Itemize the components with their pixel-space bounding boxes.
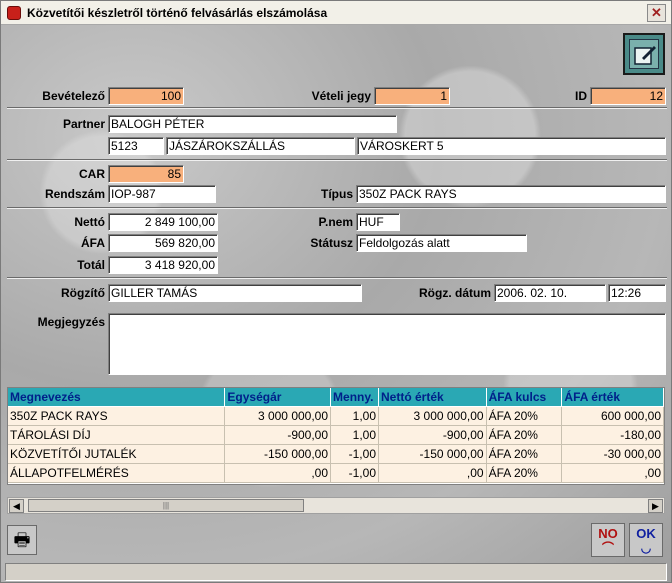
- status-field[interactable]: Feldolgozás alatt: [356, 234, 527, 252]
- afa-field[interactable]: 569 820,00: [108, 234, 218, 252]
- frown-icon: ⌒: [601, 541, 614, 555]
- col-megnevezes[interactable]: Megnevezés: [8, 388, 226, 407]
- afa-label: ÁFA: [81, 236, 105, 250]
- close-button[interactable]: ✕: [647, 4, 666, 22]
- print-button[interactable]: 🖶: [7, 525, 37, 555]
- datum-label: Rögz. dátum: [419, 286, 491, 300]
- title-bar: Közvetítői készletről történő felvásárlá…: [1, 1, 671, 25]
- partner-street-field[interactable]: VÁROSKERT 5: [357, 137, 666, 155]
- window-title: Közvetítői készletről történő felvásárlá…: [27, 6, 328, 20]
- ok-button[interactable]: OK ◡: [629, 523, 663, 557]
- table-row[interactable]: 350Z PACK RAYS 3 000 000,00 1,00 3 000 0…: [8, 406, 664, 426]
- printer-icon: 🖶: [13, 530, 31, 550]
- tipus-label: Típus: [321, 187, 353, 201]
- col-afa-kulcs[interactable]: ÁFA kulcs: [486, 388, 563, 407]
- car-field[interactable]: 85: [108, 165, 184, 183]
- ok-label: OK: [636, 526, 656, 541]
- notes-label: Megjegyzés: [37, 315, 105, 329]
- netto-field[interactable]: 2 849 100,00: [108, 213, 218, 231]
- partner-name-field[interactable]: BALOGH PÉTER: [108, 115, 397, 133]
- grid-header-row: Megnevezés Egységár Menny. Nettó érték Á…: [8, 388, 664, 407]
- app-window: Közvetítői készletről történő felvásárlá…: [0, 0, 672, 583]
- pnem-label: P.nem: [318, 215, 353, 229]
- veteli-jegy-label: Vételi jegy: [311, 89, 371, 103]
- table-row[interactable]: KÖZVETÍTŐI JUTALÉK -150 000,00 -1,00 -15…: [8, 444, 664, 464]
- bevetelezo-label: Bevételező: [42, 89, 105, 103]
- id-field[interactable]: 12: [590, 87, 666, 105]
- veteli-jegy-field[interactable]: 1: [374, 87, 450, 105]
- scroll-left-icon[interactable]: ◀: [9, 499, 24, 513]
- partner-label: Partner: [62, 117, 105, 131]
- smile-icon: ◡: [640, 541, 652, 555]
- rogzito-label: Rögzítő: [61, 286, 105, 300]
- total-label: Totál: [77, 258, 105, 272]
- app-icon: [7, 6, 21, 20]
- netto-label: Nettó: [74, 215, 105, 229]
- table-row[interactable]: TÁROLÁSI DÍJ -900,00 1,00 -900,00 ÁFA 20…: [8, 425, 664, 445]
- edit-button[interactable]: [623, 33, 665, 75]
- no-button[interactable]: NO ⌒: [591, 523, 625, 557]
- datum-field[interactable]: 2006. 02. 10.: [494, 284, 606, 302]
- pnem-field[interactable]: HUF: [356, 213, 400, 231]
- car-label: CAR: [79, 167, 105, 181]
- col-afa-ertek[interactable]: ÁFA érték: [561, 388, 664, 407]
- tipus-field[interactable]: 350Z PACK RAYS: [356, 185, 666, 203]
- status-label: Státusz: [310, 236, 353, 250]
- col-netto-ertek[interactable]: Nettó érték: [378, 388, 487, 407]
- form-body: Bevételező 100 Vételi jegy 1 ID 12 Partn…: [1, 25, 671, 582]
- table-row[interactable]: ÁLLAPOTFELMÉRÉS ,00 -1,00 ,00 ÁFA 20% ,0…: [8, 463, 664, 483]
- bevetelezo-field[interactable]: 100: [108, 87, 184, 105]
- items-grid[interactable]: Megnevezés Egységár Menny. Nettó érték Á…: [7, 387, 665, 485]
- id-label: ID: [575, 89, 587, 103]
- edit-icon: [629, 39, 659, 69]
- col-menny[interactable]: Menny.: [330, 388, 379, 407]
- horizontal-scrollbar[interactable]: ◀ ||| ▶: [7, 497, 665, 514]
- scroll-thumb[interactable]: |||: [28, 499, 304, 512]
- notes-textarea[interactable]: [108, 313, 666, 375]
- total-field[interactable]: 3 418 920,00: [108, 256, 218, 274]
- status-bar: [5, 563, 667, 581]
- time-field[interactable]: 12:26: [608, 284, 666, 302]
- scroll-right-icon[interactable]: ▶: [648, 499, 663, 513]
- scroll-grip: |||: [162, 501, 170, 510]
- rendszam-label: Rendszám: [44, 187, 105, 201]
- rogzito-field[interactable]: GILLER TAMÁS: [108, 284, 362, 302]
- col-egysegar[interactable]: Egységár: [224, 388, 332, 407]
- partner-city-field[interactable]: JÁSZÁROKSZÁLLÁS: [166, 137, 355, 155]
- no-label: NO: [598, 526, 618, 541]
- rendszam-field[interactable]: IOP-987: [108, 185, 216, 203]
- partner-zip-field[interactable]: 5123: [108, 137, 164, 155]
